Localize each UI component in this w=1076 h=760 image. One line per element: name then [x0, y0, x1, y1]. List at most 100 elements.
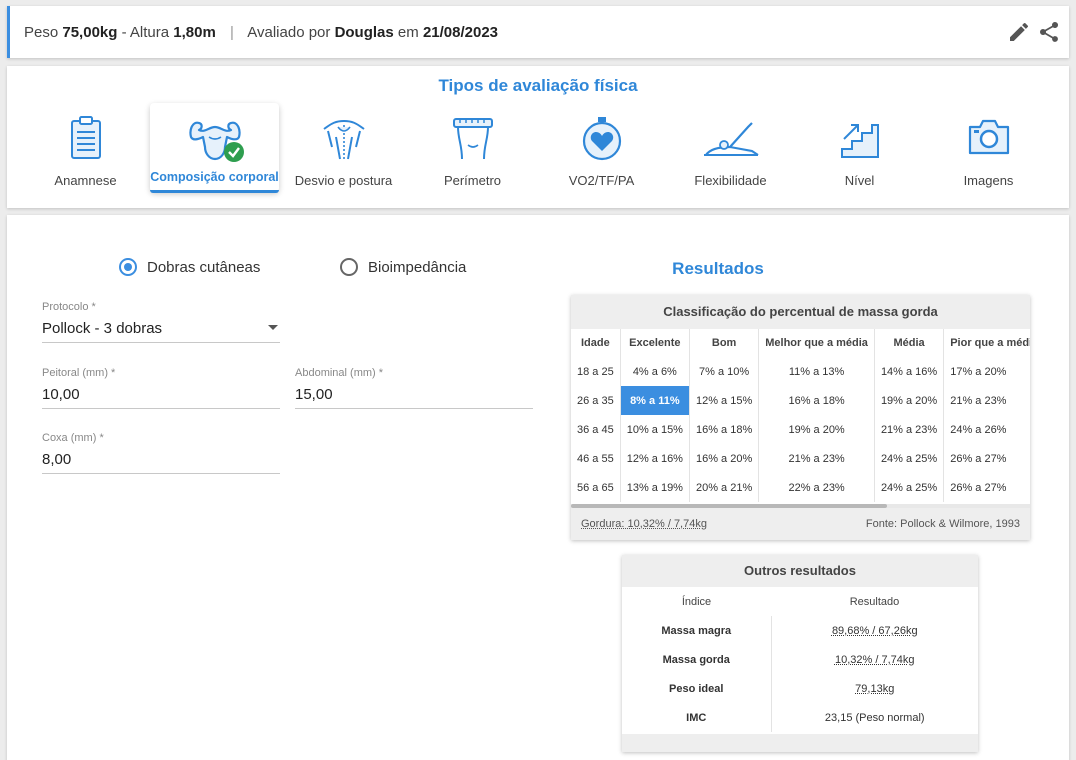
index-cell: IMC — [622, 703, 771, 732]
field-value[interactable]: 8,00 — [42, 451, 71, 468]
field-label: Protocolo * — [42, 301, 96, 313]
column-header: Idade — [571, 329, 620, 357]
peitoral-field[interactable]: Peitoral (mm) * 10,00 — [42, 367, 280, 409]
type-label: Nível — [795, 173, 924, 188]
result-value: 23,15 (Peso normal) — [825, 712, 925, 724]
coxa-field[interactable]: Coxa (mm) * 8,00 — [42, 432, 280, 474]
result-cell: 10,32% / 7,74kg — [771, 645, 978, 674]
field-value[interactable]: 10,00 — [42, 386, 80, 403]
radio-circle[interactable] — [119, 258, 137, 276]
age-cell: 56 a 65 — [571, 473, 620, 502]
table-cell: 16% a 18% — [759, 386, 875, 415]
table-row: 36 a 45 10% a 15% 16% a 18% 19% a 20% 21% a … — [571, 415, 1030, 444]
field-value: Pollock - 3 dobras — [42, 320, 162, 337]
type-perimetro[interactable]: Perímetro — [408, 103, 537, 192]
types-title: Tipos de avaliação física — [7, 76, 1069, 96]
protocol-select[interactable]: Protocolo * Pollock - 3 dobras — [42, 301, 280, 343]
type-label: Desvio e postura — [279, 173, 408, 188]
classification-table: Idade Excelente Bom Melhor que a média M… — [571, 329, 1030, 502]
weight-label: Peso — [24, 24, 58, 41]
separator: | — [230, 24, 234, 41]
radio-bioimpedancia[interactable]: Bioimpedância — [340, 258, 466, 276]
type-label: Perímetro — [408, 173, 537, 188]
table-cell: 17% a 20% — [944, 357, 1030, 386]
radio-dobras-cutaneas[interactable]: Dobras cutâneas — [119, 258, 260, 276]
field-value[interactable]: 15,00 — [295, 386, 333, 403]
pencil-icon[interactable] — [1007, 20, 1031, 44]
height-value: 1,80m — [173, 24, 216, 41]
share-icon[interactable] — [1037, 20, 1061, 44]
main-panel: Dobras cutâneas Bioimpedância Protocolo … — [7, 215, 1069, 760]
chevron-down-icon[interactable] — [268, 325, 278, 330]
age-cell: 26 a 35 — [571, 386, 620, 415]
table-cell: 26% a 27% — [944, 444, 1030, 473]
table-cell: 24% a 26% — [944, 415, 1030, 444]
table-cell: 16% a 18% — [689, 415, 758, 444]
table-cell: 12% a 15% — [689, 386, 758, 415]
table-cell: 14% a 16% — [874, 357, 943, 386]
highlighted-cell: 8% a 11% — [620, 386, 689, 415]
table-cell: 16% a 20% — [689, 444, 758, 473]
heart-stopwatch-icon — [580, 115, 624, 163]
table-row: 18 a 25 4% a 6% 7% a 10% 11% a 13% 14% a 16%… — [571, 357, 1030, 386]
table-row: 46 a 55 12% a 16% 16% a 20% 21% a 23% 24% a … — [571, 444, 1030, 473]
table-cell: 19% a 20% — [874, 386, 943, 415]
type-nivel[interactable]: Nível — [795, 103, 924, 192]
radio-circle[interactable] — [340, 258, 358, 276]
type-label: Anamnese — [21, 173, 150, 188]
table-row: 56 a 65 13% a 19% 20% a 21% 22% a 23% 24% a … — [571, 473, 1030, 502]
other-results-table: Índice Resultado Massa magra 89,68% / 67,… — [622, 587, 978, 732]
other-results-footer — [622, 734, 978, 752]
age-cell: 18 a 25 — [571, 357, 620, 386]
weight-value: 75,00kg — [62, 24, 117, 41]
table-cell: 24% a 25% — [874, 473, 943, 502]
evaluation-summary: Peso 75,00kg - Altura 1,80m | Avaliado p… — [24, 24, 498, 41]
abdominal-field[interactable]: Abdominal (mm) * 15,00 — [295, 367, 533, 409]
column-header: Média — [874, 329, 943, 357]
other-results-title: Outros resultados — [622, 555, 978, 587]
column-header: Excelente — [620, 329, 689, 357]
height-label: - Altura — [122, 24, 170, 41]
type-imagens[interactable]: Imagens — [924, 103, 1053, 192]
measuring-tape-icon — [450, 115, 496, 163]
table-row: IMC 23,15 (Peso normal) — [622, 703, 978, 732]
age-cell: 36 a 45 — [571, 415, 620, 444]
result-cell: 89,68% / 67,26kg — [771, 616, 978, 645]
results-title: Resultados — [672, 259, 764, 279]
evaluation-header: Peso 75,00kg - Altura 1,80m | Avaliado p… — [7, 6, 1069, 58]
other-results-body: Massa magra 89,68% / 67,26kg Massa gorda 10… — [622, 616, 978, 732]
table-cell: 7% a 10% — [689, 357, 758, 386]
evaluation-types-panel: Tipos de avaliação física Anamnese Compo… — [7, 66, 1069, 208]
type-composicao-corporal[interactable]: Composição corporal — [150, 103, 279, 192]
type-vo2[interactable]: VO2/TF/PA — [537, 103, 666, 192]
date-label: em — [398, 24, 419, 41]
evaluation-date: 21/08/2023 — [423, 24, 498, 41]
column-header: Bom — [689, 329, 758, 357]
table-cell: 22% a 23% — [759, 473, 875, 502]
classification-table-card: Classificação do percentual de massa gor… — [571, 295, 1030, 540]
field-label: Peitoral (mm) * — [42, 367, 115, 379]
classification-scroll-area[interactable]: Idade Excelente Bom Melhor que a média M… — [571, 329, 1030, 505]
camera-icon — [966, 115, 1012, 159]
muscle-body-icon — [183, 115, 247, 165]
type-label: Imagens — [924, 173, 1053, 188]
table-cell: 20% a 21% — [689, 473, 758, 502]
table-row: 26 a 35 8% a 11% 12% a 15% 16% a 18% 19% a 2… — [571, 386, 1030, 415]
table-row: Peso ideal 79,13kg — [622, 674, 978, 703]
table-cell: 21% a 23% — [874, 415, 943, 444]
table-cell: 12% a 16% — [620, 444, 689, 473]
result-value: 79,13kg — [855, 683, 894, 695]
column-header: Pior que a média — [944, 329, 1030, 357]
type-desvio-postura[interactable]: Desvio e postura — [279, 103, 408, 192]
table-cell: 13% a 19% — [620, 473, 689, 502]
field-label: Coxa (mm) * — [42, 432, 104, 444]
table-row: Massa gorda 10,32% / 7,74kg — [622, 645, 978, 674]
type-anamnese[interactable]: Anamnese — [21, 103, 150, 192]
radio-label: Dobras cutâneas — [147, 259, 260, 276]
column-header: Resultado — [771, 587, 978, 616]
table-cell: 21% a 23% — [944, 386, 1030, 415]
clipboard-icon — [66, 115, 106, 161]
table-cell: 19% a 20% — [759, 415, 875, 444]
table-row: Massa magra 89,68% / 67,26kg — [622, 616, 978, 645]
type-flexibilidade[interactable]: Flexibilidade — [666, 103, 795, 192]
